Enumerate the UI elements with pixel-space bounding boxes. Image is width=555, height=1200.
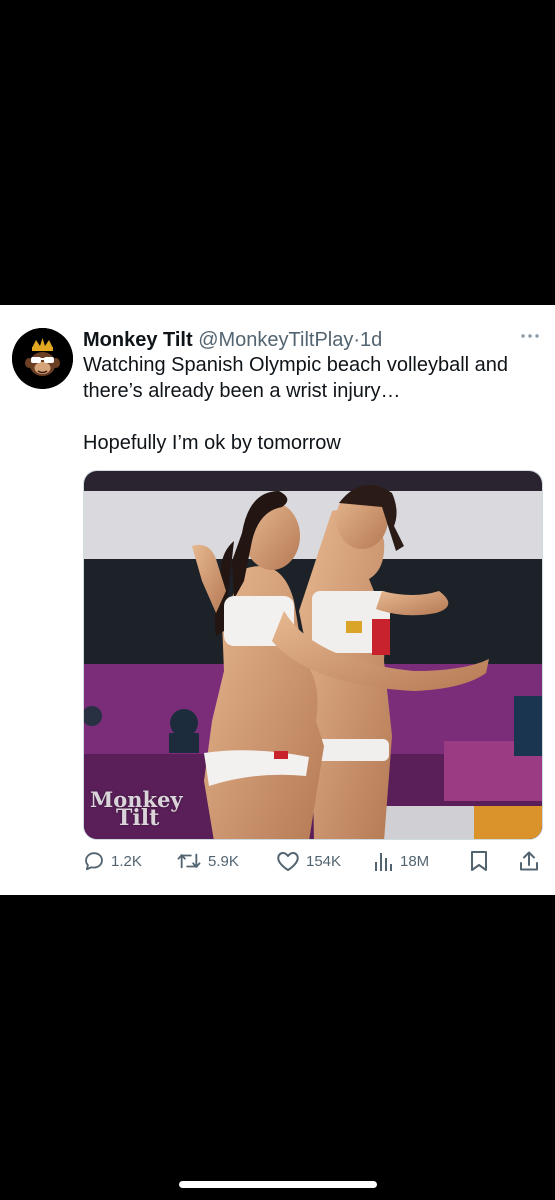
handle[interactable]: @MonkeyTiltPlay — [198, 329, 353, 351]
share-button[interactable] — [518, 848, 546, 874]
repost-icon — [177, 853, 201, 869]
photo-watermark: Monkey Tilt — [90, 789, 183, 829]
tweet-text-line-1: Watching Spanish Olympic beach volleybal… — [83, 354, 509, 402]
beach-volleyball-photo — [84, 471, 542, 839]
like-button[interactable]: 154K — [276, 848, 341, 874]
reply-button[interactable]: 1.2K — [83, 848, 142, 874]
bookmark-icon — [471, 851, 487, 871]
tweet-photo[interactable]: Monkey Tilt — [83, 470, 543, 840]
share-icon — [520, 851, 538, 871]
tweet-actions: 1.2K 5.9K 154K 18M — [83, 848, 543, 874]
like-count: 154K — [306, 852, 342, 870]
views-bar-chart-icon — [375, 853, 392, 871]
reply-count: 1.2K — [111, 852, 142, 870]
avatar[interactable] — [12, 328, 73, 389]
reply-icon — [85, 852, 103, 871]
tweet-card[interactable]: Monkey Tilt @MonkeyTiltPlay·1d Watching … — [0, 305, 555, 895]
heart-icon — [277, 852, 299, 871]
tweet-text: Watching Spanish Olympic beach volleybal… — [83, 352, 543, 456]
home-indicator[interactable] — [179, 1181, 377, 1188]
repost-button[interactable]: 5.9K — [176, 848, 239, 874]
monkey-king-logo-icon — [12, 328, 73, 389]
more-dots-icon[interactable] — [519, 325, 541, 347]
display-name[interactable]: Monkey Tilt — [83, 329, 193, 351]
views-count: 18M — [400, 852, 430, 870]
repost-count: 5.9K — [208, 852, 239, 870]
tweet-header: Monkey Tilt @MonkeyTiltPlay·1d — [83, 325, 538, 355]
tweet-text-line-2: Hopefully I’m ok by tomorrow — [83, 432, 341, 454]
timestamp[interactable]: 1d — [360, 329, 382, 351]
views-button[interactable]: 18M — [374, 848, 429, 874]
bookmark-button[interactable] — [469, 848, 495, 874]
